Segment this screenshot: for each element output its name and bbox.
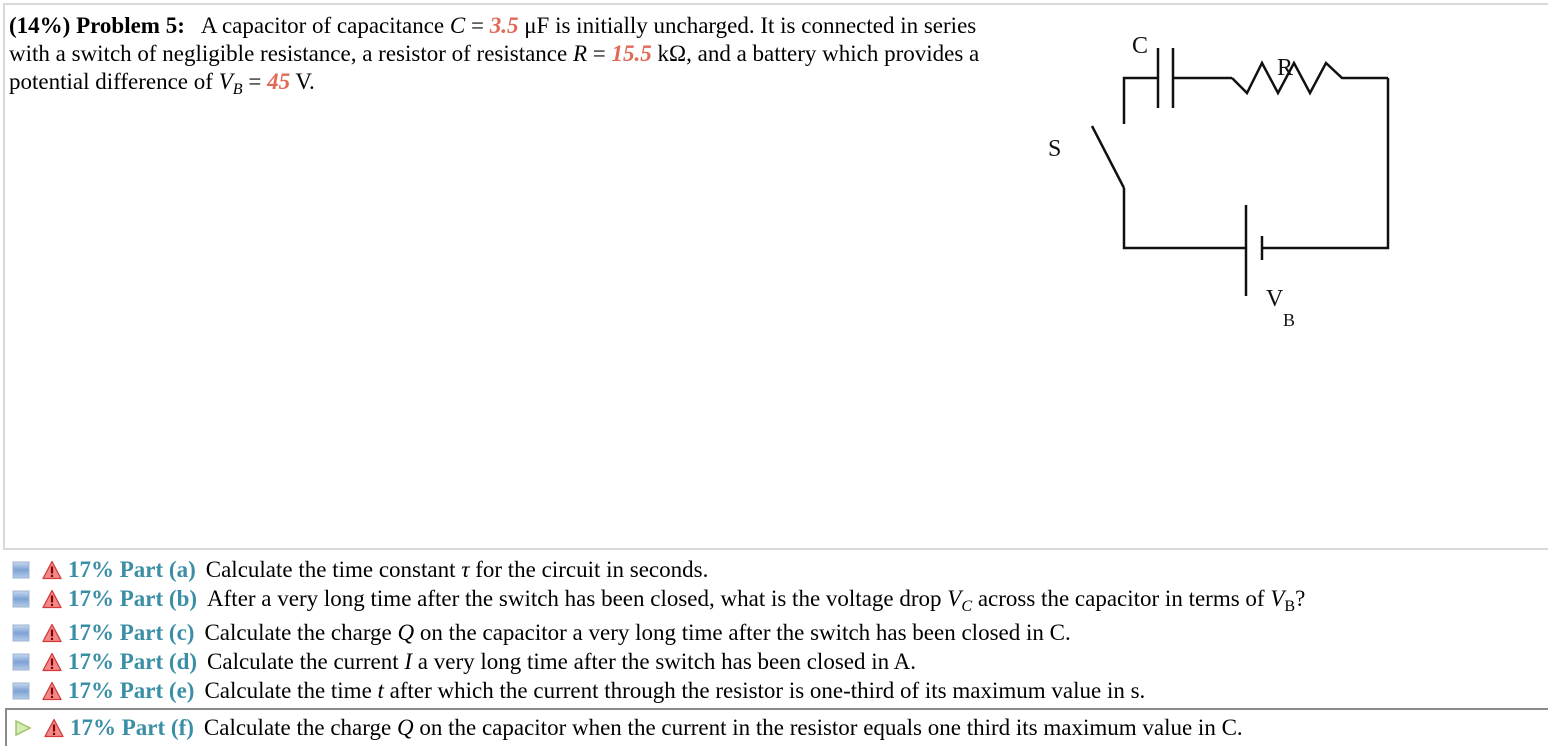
question-variable: V <box>947 586 962 611</box>
warning-icon <box>42 623 62 643</box>
question-text: Calculate the charge <box>204 620 398 645</box>
voltage-var: V <box>218 69 233 94</box>
warning-icon <box>44 718 64 738</box>
wire-right <box>1262 78 1390 250</box>
question-text: Calculate the charge <box>203 715 397 740</box>
question-text: after which the current through the resi… <box>383 678 1146 703</box>
problem-weight: (14%) <box>9 13 71 38</box>
part-row[interactable]: 17% Part (d) Calculate the current I a ve… <box>0 648 916 676</box>
question-text: across the capacitor in terms of <box>972 586 1271 611</box>
question-text: Calculate the time <box>204 678 378 703</box>
collapsed-box-icon[interactable] <box>11 589 31 609</box>
question-variable: Q <box>397 620 415 645</box>
question-text: ? <box>1295 586 1306 611</box>
warning-icon <box>42 589 62 609</box>
question-variable: V <box>1270 586 1285 611</box>
part-row[interactable]: 17% Part (e) Calculate the time t after w… <box>0 677 1145 705</box>
question-variable: I <box>404 649 413 674</box>
question-text: Calculate the time constant <box>205 557 462 582</box>
part-label[interactable]: 17% Part (e) <box>68 678 194 704</box>
question-variable-sub: B <box>1284 598 1296 615</box>
part-question: After a very long time after the switch … <box>207 586 1306 615</box>
warning-icon <box>42 681 62 701</box>
label-battery: V <box>1266 286 1284 312</box>
part-question: Calculate the charge Q on the capacitor … <box>204 620 1070 646</box>
problem-text-1: A capacitor of capacitance <box>200 13 450 38</box>
warning-icon <box>42 560 62 580</box>
voltage-sub: B <box>232 81 243 98</box>
part-question: Calculate the time t after which the cur… <box>204 678 1145 704</box>
play-arrow-icon[interactable] <box>13 718 33 738</box>
question-text: on the capacitor a very long time after … <box>414 620 1071 645</box>
question-text: for the circuit in seconds. <box>469 557 709 582</box>
part-question: Calculate the current I a very long time… <box>207 649 916 675</box>
label-battery-sub: B <box>1283 310 1295 330</box>
wire-bottom-left <box>1122 188 1246 250</box>
resistor <box>1231 60 1388 96</box>
part-question: Calculate the time constant τ for the ci… <box>206 557 709 583</box>
collapsed-box-icon[interactable] <box>11 623 31 643</box>
question-text: After a very long time after the switch … <box>207 586 948 611</box>
part-label[interactable]: 17% Part (f) <box>70 715 194 741</box>
warning-icon <box>42 652 62 672</box>
label-capacitor: C <box>1132 33 1148 59</box>
question-text: a very long time after the switch has be… <box>412 649 916 674</box>
part-row[interactable]: 17% Part (b) After a very long time after… <box>0 585 1306 615</box>
part-label[interactable]: 17% Part (a) <box>68 557 196 583</box>
part-row[interactable]: 17% Part (f) Calculate the charge Q on th… <box>5 708 1548 746</box>
question-variable-sub: C <box>961 598 973 615</box>
circuit-diagram: C R S V B <box>1048 33 1390 330</box>
problem-statement: (14%) Problem 5: A capacitor of capacita… <box>9 12 989 98</box>
capacitance-value: 3.5 <box>489 13 519 38</box>
part-label[interactable]: 17% Part (c) <box>68 620 194 646</box>
switch-blade <box>1090 125 1126 189</box>
capacitance-var: C <box>449 13 466 38</box>
part-label[interactable]: 17% Part (b) <box>68 586 197 612</box>
question-text: Calculate the current <box>207 649 405 674</box>
part-question: Calculate the charge Q on the capacitor … <box>204 715 1243 741</box>
equals: = <box>465 13 490 38</box>
part-label[interactable]: 17% Part (d) <box>68 649 197 675</box>
problem-title: Problem 5: <box>76 13 185 38</box>
question-variable: Q <box>396 715 414 740</box>
voltage-value: 45 <box>267 69 291 94</box>
collapsed-box-icon[interactable] <box>11 560 31 580</box>
collapsed-box-icon[interactable] <box>11 681 31 701</box>
problem-text-4: V. <box>290 69 315 94</box>
collapsed-box-icon[interactable] <box>11 652 31 672</box>
label-switch: S <box>1048 136 1061 162</box>
part-row[interactable]: 17% Part (a) Calculate the time constant … <box>0 556 708 584</box>
resistance-var: R <box>572 41 588 66</box>
equals: = <box>242 69 268 94</box>
resistance-value: 15.5 <box>611 41 652 66</box>
parts-divider <box>3 548 1548 550</box>
equals: = <box>587 41 612 66</box>
part-row[interactable]: 17% Part (c) Calculate the charge Q on th… <box>0 619 1071 647</box>
question-text: on the capacitor when the current in the… <box>413 715 1243 740</box>
wire-top-left <box>1122 76 1158 124</box>
label-resistor: R <box>1277 55 1293 81</box>
